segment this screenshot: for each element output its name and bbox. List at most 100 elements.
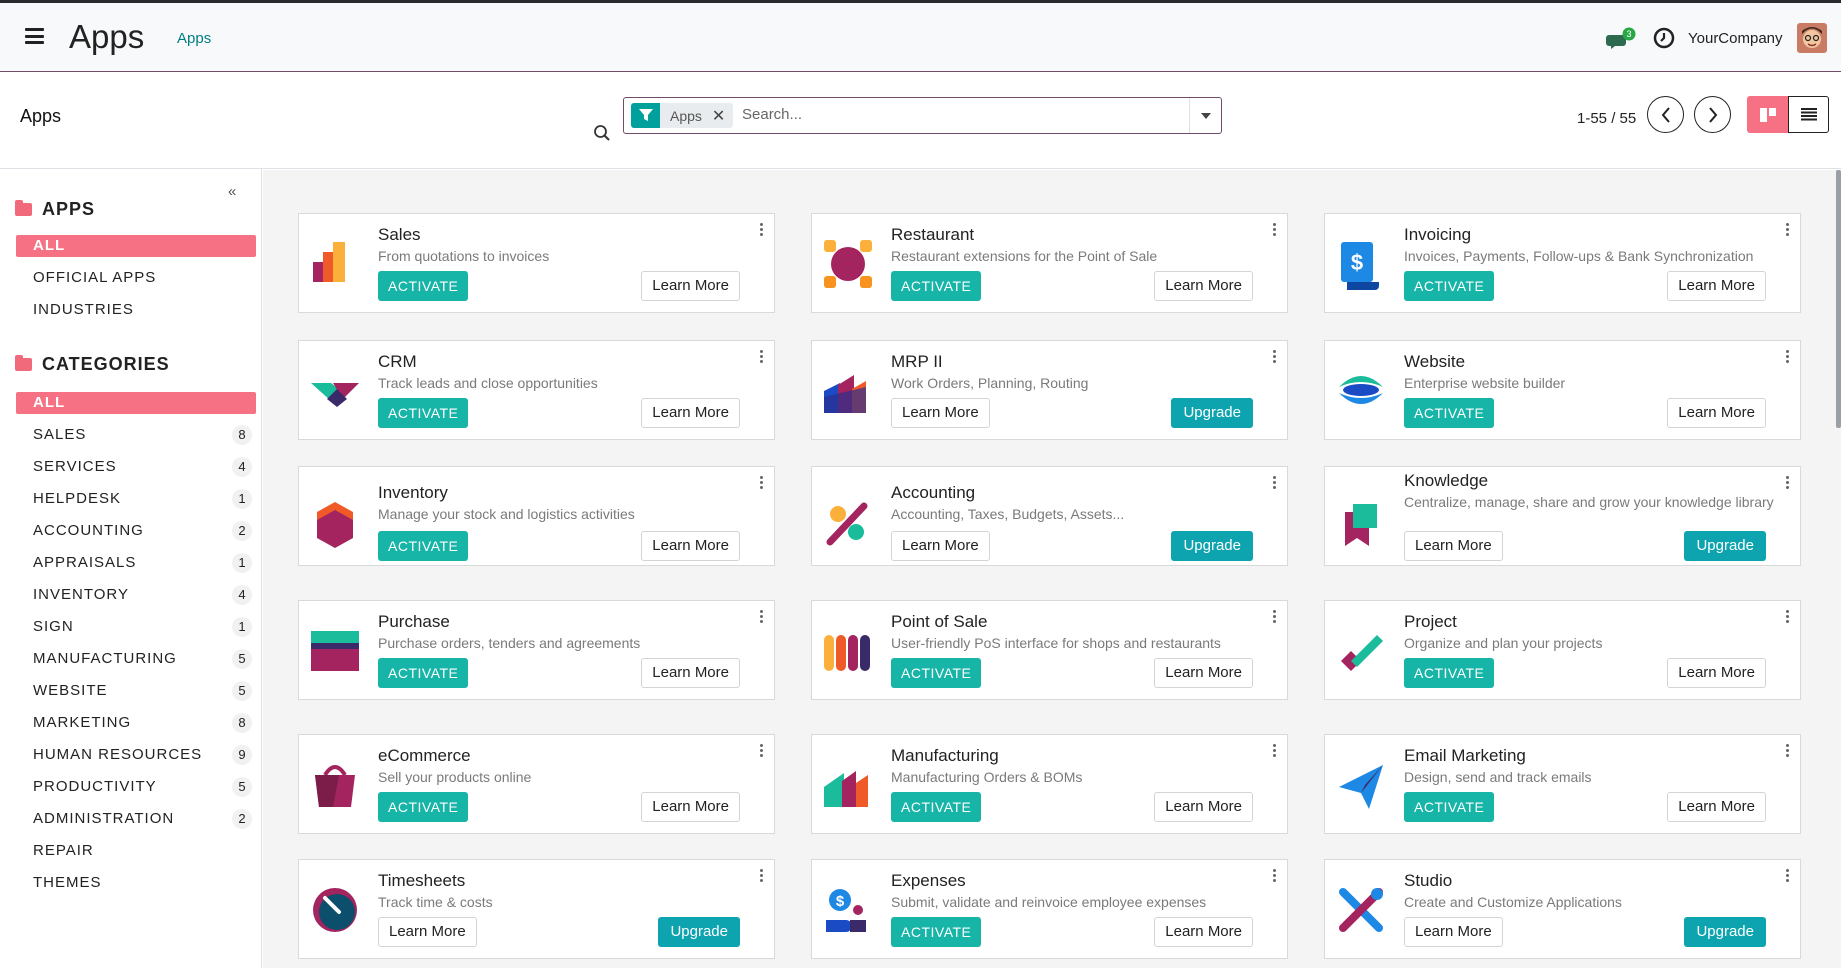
more-options-icon[interactable] [1273, 476, 1277, 490]
more-options-icon[interactable] [1273, 223, 1277, 237]
learn-more-button[interactable]: Learn More [1154, 917, 1253, 947]
menu-icon[interactable] [25, 28, 44, 44]
chat-icon[interactable]: 3 [1606, 27, 1636, 51]
learn-more-button[interactable]: Learn More [891, 531, 990, 561]
user-avatar[interactable] [1797, 23, 1827, 53]
more-options-icon[interactable] [1273, 610, 1277, 624]
previous-page-button[interactable] [1647, 96, 1684, 133]
activate-button[interactable]: ACTIVATE [378, 792, 469, 822]
app-card-studio[interactable]: Studio Create and Customize Applications L… [1324, 859, 1801, 959]
app-title[interactable]: Apps [69, 18, 144, 56]
more-options-icon[interactable] [1273, 869, 1277, 883]
app-card-project[interactable]: Project Organize and plan your projects AC… [1324, 600, 1801, 700]
upgrade-button[interactable]: Upgrade [1171, 398, 1253, 428]
category-manufacturing[interactable]: MANUFACTURING 5 [16, 648, 256, 670]
breadcrumb-apps[interactable]: Apps [177, 30, 211, 47]
app-card-manufacturing[interactable]: Manufacturing Manufacturing Orders & BOMs… [811, 734, 1288, 834]
app-card-timesheets[interactable]: Timesheets Track time & costs Learn More Up… [298, 859, 775, 959]
list-view-button[interactable] [1788, 96, 1829, 133]
learn-more-button[interactable]: Learn More [1667, 658, 1766, 688]
app-card-email-marketing[interactable]: Email Marketing Design, send and track em… [1324, 734, 1801, 834]
next-page-button[interactable] [1694, 96, 1731, 133]
upgrade-button[interactable]: Upgrade [658, 917, 740, 947]
category-services[interactable]: SERVICES 4 [16, 456, 256, 478]
remove-facet-icon[interactable]: ✕ [712, 106, 725, 126]
app-card-restaurant[interactable]: Restaurant Restaurant extensions for the … [811, 213, 1288, 313]
app-card-expenses[interactable]: $ Expenses Submit, validate and reinvoice … [811, 859, 1288, 959]
more-options-icon[interactable] [760, 610, 764, 624]
app-card-accounting[interactable]: Accounting Accounting, Taxes, Budgets, As… [811, 466, 1288, 566]
activate-button[interactable]: ACTIVATE [891, 271, 982, 301]
more-options-icon[interactable] [760, 223, 764, 237]
app-card-ecommerce[interactable]: eCommerce Sell your products online ACTIVA… [298, 734, 775, 834]
more-options-icon[interactable] [1786, 223, 1790, 237]
activate-button[interactable]: ACTIVATE [378, 531, 469, 561]
activate-button[interactable]: ACTIVATE [378, 398, 469, 428]
upgrade-button[interactable]: Upgrade [1684, 531, 1766, 561]
pager-value[interactable]: 1-55 / 55 [1577, 110, 1636, 127]
app-card-inventory[interactable]: Inventory Manage your stock and logistics… [298, 466, 775, 566]
learn-more-button[interactable]: Learn More [1667, 398, 1766, 428]
activate-button[interactable]: ACTIVATE [891, 917, 982, 947]
category-human-resources[interactable]: HUMAN RESOURCES 9 [16, 744, 256, 766]
learn-more-button[interactable]: Learn More [1667, 792, 1766, 822]
learn-more-button[interactable]: Learn More [1667, 271, 1766, 301]
category-sign[interactable]: SIGN 1 [16, 616, 256, 638]
app-card-point-of-sale[interactable]: Point of Sale User-friendly PoS interface… [811, 600, 1288, 700]
more-options-icon[interactable] [1273, 744, 1277, 758]
category-themes[interactable]: THEMES [16, 872, 256, 894]
app-card-sales[interactable]: Sales From quotations to invoices ACTIVATE… [298, 213, 775, 313]
apps-filter-official[interactable]: OFFICIAL APPS [16, 267, 256, 289]
learn-more-button[interactable]: Learn More [1154, 658, 1253, 688]
activate-button[interactable]: ACTIVATE [891, 658, 982, 688]
category-helpdesk[interactable]: HELPDESK 1 [16, 488, 256, 510]
category-website[interactable]: WEBSITE 5 [16, 680, 256, 702]
category-administration[interactable]: ADMINISTRATION 2 [16, 808, 256, 830]
upgrade-button[interactable]: Upgrade [1684, 917, 1766, 947]
app-card-website[interactable]: Website Enterprise website builder ACTIVAT… [1324, 340, 1801, 440]
activate-button[interactable]: ACTIVATE [891, 792, 982, 822]
more-options-icon[interactable] [760, 869, 764, 883]
search-options-toggle[interactable] [1189, 98, 1221, 133]
more-options-icon[interactable] [1786, 350, 1790, 364]
app-card-crm[interactable]: CRM Track leads and close opportunities AC… [298, 340, 775, 440]
apps-filter-all[interactable]: ALL [16, 235, 256, 257]
activate-button[interactable]: ACTIVATE [1404, 658, 1495, 688]
clock-icon[interactable] [1653, 27, 1675, 49]
learn-more-button[interactable]: Learn More [1404, 531, 1503, 561]
learn-more-button[interactable]: Learn More [1154, 792, 1253, 822]
company-switcher[interactable]: YourCompany [1688, 30, 1783, 47]
upgrade-button[interactable]: Upgrade [1171, 531, 1253, 561]
app-card-mrp-ii[interactable]: MRP II Work Orders, Planning, Routing Lear… [811, 340, 1288, 440]
search-icon[interactable] [593, 124, 611, 142]
learn-more-button[interactable]: Learn More [641, 271, 740, 301]
app-card-purchase[interactable]: Purchase Purchase orders, tenders and agr… [298, 600, 775, 700]
more-options-icon[interactable] [1786, 610, 1790, 624]
learn-more-button[interactable]: Learn More [641, 792, 740, 822]
activate-button[interactable]: ACTIVATE [378, 271, 469, 301]
category-all[interactable]: ALL [16, 392, 256, 414]
category-accounting[interactable]: ACCOUNTING 2 [16, 520, 256, 542]
learn-more-button[interactable]: Learn More [641, 531, 740, 561]
category-repair[interactable]: REPAIR [16, 840, 256, 862]
scrollbar-thumb[interactable] [1836, 170, 1841, 428]
app-card-knowledge[interactable]: Knowledge Centralize, manage, share and g… [1324, 466, 1801, 566]
learn-more-button[interactable]: Learn More [641, 658, 740, 688]
apps-filter-industries[interactable]: INDUSTRIES [16, 299, 256, 321]
collapse-panel-button[interactable]: « [228, 183, 236, 200]
category-sales[interactable]: SALES 8 [16, 424, 256, 446]
more-options-icon[interactable] [1273, 350, 1277, 364]
more-options-icon[interactable] [1786, 869, 1790, 883]
learn-more-button[interactable]: Learn More [891, 398, 990, 428]
category-inventory[interactable]: INVENTORY 4 [16, 584, 256, 606]
category-marketing[interactable]: MARKETING 8 [16, 712, 256, 734]
learn-more-button[interactable]: Learn More [378, 917, 477, 947]
more-options-icon[interactable] [1786, 476, 1790, 490]
learn-more-button[interactable]: Learn More [1404, 917, 1503, 947]
category-productivity[interactable]: PRODUCTIVITY 5 [16, 776, 256, 798]
app-card-invoicing[interactable]: $ Invoicing Invoices, Payments, Follow-ups… [1324, 213, 1801, 313]
activate-button[interactable]: ACTIVATE [378, 658, 469, 688]
kanban-view-button[interactable] [1747, 96, 1788, 133]
activate-button[interactable]: ACTIVATE [1404, 271, 1495, 301]
search-input[interactable] [742, 106, 1182, 123]
